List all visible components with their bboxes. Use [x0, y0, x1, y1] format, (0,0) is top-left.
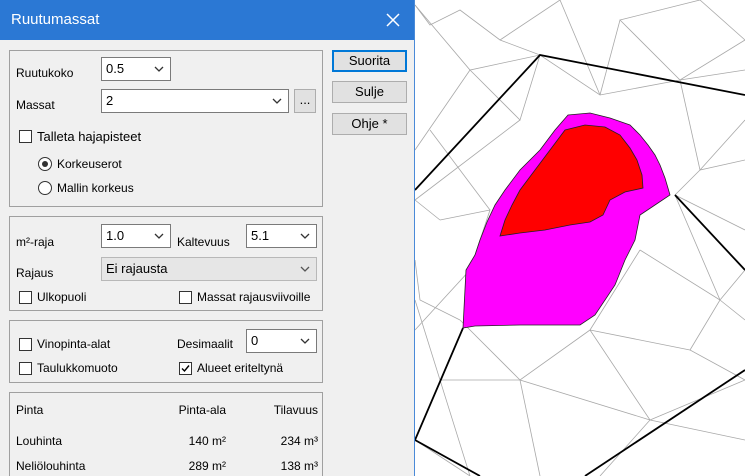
- areas-separately-label: Alueet eriteltynä: [197, 361, 284, 375]
- chevron-down-icon: [154, 66, 164, 72]
- group-limits: m²-raja 1.0 Kaltevuus 5.1 Rajaus Ei raja…: [9, 216, 323, 311]
- m2-limit-combo[interactable]: 1.0: [101, 224, 171, 248]
- dialog-title: Ruutumassat: [11, 11, 100, 28]
- chevron-down-icon: [300, 338, 310, 344]
- masses-value: 2: [106, 93, 114, 108]
- results-row-name: Neliölouhinta: [16, 459, 86, 473]
- save-points-label: Talleta hajapisteet: [37, 129, 142, 144]
- dialog-titlebar: Ruutumassat: [0, 0, 414, 40]
- chevron-down-icon: [300, 233, 310, 239]
- results-row-volume: 138 m³: [280, 459, 318, 473]
- help-button[interactable]: Ohje *: [332, 113, 407, 135]
- results-row-area: 289 m²: [188, 459, 226, 473]
- m2-limit-label: m²-raja: [16, 235, 54, 249]
- radio-model-height-label: Mallin korkeus: [57, 181, 134, 195]
- results-header-volume: Tilavuus: [273, 403, 318, 417]
- results-panel: Pinta Pinta-ala Tilavuus Louhinta 140 m²…: [9, 392, 323, 476]
- group-output-options: Vinopinta-alat Desimaalit 0 Taulukkomuot…: [9, 320, 323, 383]
- bounding-label: Rajaus: [16, 266, 54, 280]
- grid-size-label: Ruutukoko: [16, 66, 74, 80]
- results-row-name: Louhinta: [16, 434, 63, 448]
- chevron-down-icon: [154, 233, 164, 239]
- slope-label: Kaltevuus: [177, 235, 230, 249]
- run-button[interactable]: Suorita: [332, 50, 407, 72]
- radio-model-height[interactable]: [38, 181, 52, 195]
- slope-value: 5.1: [251, 228, 270, 243]
- slope-areas-label: Vinopinta-alat: [37, 337, 111, 351]
- masses-to-bounds-label: Massat rajausviivoille: [197, 290, 311, 304]
- group-grid-settings: Ruutukoko 0.5 Massat 2 ... Talleta hajap…: [9, 50, 323, 207]
- masses-combo[interactable]: 2: [101, 89, 289, 113]
- chevron-down-icon: [272, 98, 282, 104]
- bounding-value: Ei rajausta: [106, 261, 168, 276]
- grid-size-value: 0.5: [106, 61, 125, 76]
- results-row-area: 140 m²: [188, 434, 226, 448]
- decimals-combo[interactable]: 0: [246, 329, 317, 353]
- outside-checkbox[interactable]: [19, 291, 32, 304]
- radio-height-diff-label: Korkeuserot: [57, 157, 122, 171]
- checkmark-icon: [181, 365, 190, 373]
- decimals-value: 0: [251, 333, 259, 348]
- close-button[interactable]: Sulje: [332, 81, 407, 103]
- results-row-volume: 234 m³: [280, 434, 318, 448]
- grid-size-combo[interactable]: 0.5: [101, 57, 171, 81]
- browse-button[interactable]: ...: [294, 89, 316, 113]
- chevron-down-icon: [300, 266, 310, 272]
- bounding-combo[interactable]: Ei rajausta: [101, 257, 317, 281]
- masses-to-bounds-checkbox[interactable]: [179, 291, 192, 304]
- table-format-label: Taulukkomuoto: [37, 361, 118, 375]
- decimals-label: Desimaalit: [177, 337, 234, 351]
- slope-combo[interactable]: 5.1: [246, 224, 317, 248]
- ruutumassat-dialog: Ruutumassat Ruutukoko 0.5 Massat 2 ... T…: [0, 0, 415, 476]
- m2-limit-value: 1.0: [106, 228, 125, 243]
- masses-label: Massat: [16, 98, 55, 112]
- outside-label: Ulkopuoli: [37, 290, 87, 304]
- results-header-area: Pinta-ala: [178, 403, 226, 417]
- areas-separately-checkbox[interactable]: [179, 362, 192, 375]
- slope-areas-checkbox[interactable]: [19, 338, 32, 351]
- results-header-surface: Pinta: [16, 403, 44, 417]
- table-format-checkbox[interactable]: [19, 362, 32, 375]
- close-icon[interactable]: [378, 5, 408, 35]
- save-points-checkbox[interactable]: [19, 130, 32, 143]
- radio-height-diff[interactable]: [38, 157, 52, 171]
